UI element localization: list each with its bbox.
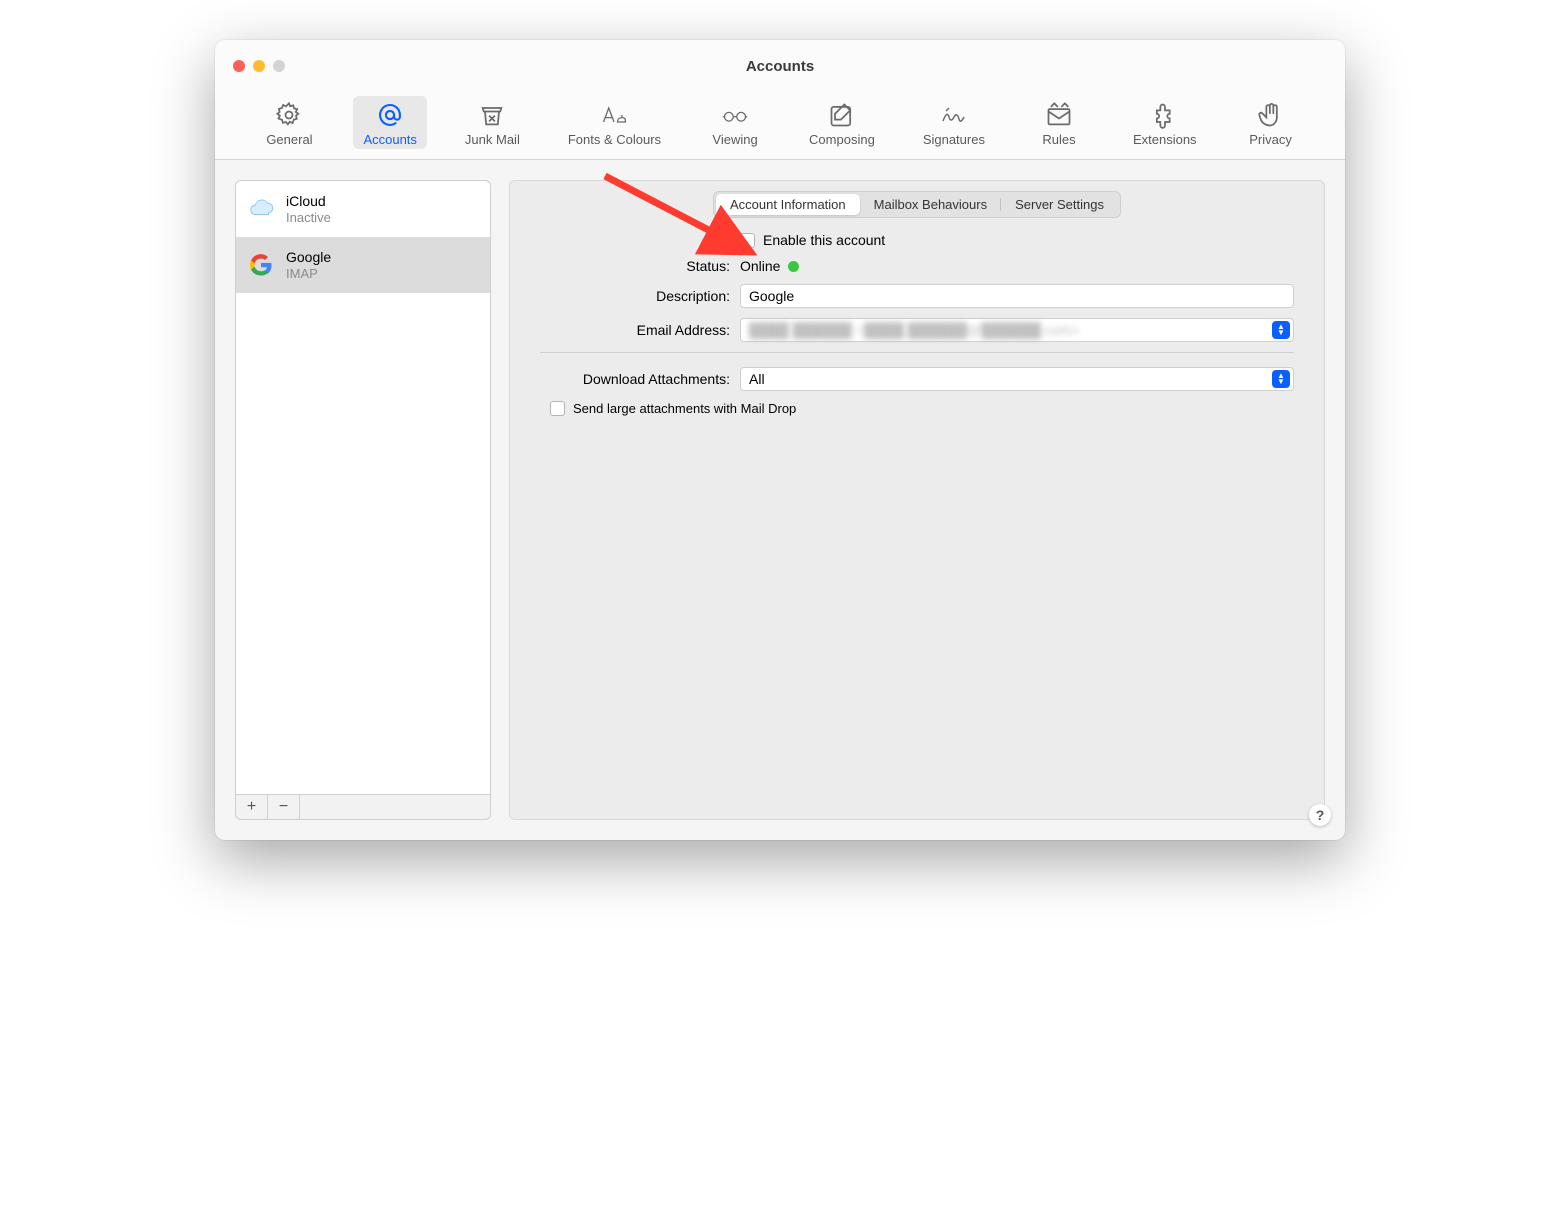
titlebar: Accounts bbox=[215, 40, 1345, 92]
account-row-icloud[interactable]: iCloud Inactive bbox=[236, 181, 490, 237]
fonts-icon bbox=[600, 100, 628, 130]
add-account-button[interactable]: + bbox=[236, 795, 268, 819]
toolbar-composing[interactable]: Composing bbox=[799, 96, 885, 149]
email-label: Email Address: bbox=[540, 322, 740, 338]
segment-account-information[interactable]: Account Information bbox=[716, 194, 860, 215]
account-subtitle: IMAP bbox=[286, 266, 331, 282]
toolbar-extensions[interactable]: Extensions bbox=[1123, 96, 1207, 149]
maildrop-label: Send large attachments with Mail Drop bbox=[573, 401, 796, 416]
description-value: Google bbox=[749, 288, 794, 304]
toolbar-signatures[interactable]: Signatures bbox=[913, 96, 995, 149]
traffic-lights bbox=[215, 60, 285, 72]
segment-server-settings[interactable]: Server Settings bbox=[1001, 194, 1118, 215]
toolbar-fonts-colours[interactable]: Fonts & Colours bbox=[558, 96, 671, 149]
toolbar-label: Extensions bbox=[1133, 132, 1197, 147]
account-list: iCloud Inactive Google bbox=[235, 180, 491, 794]
segmented-control: Account Information Mailbox Behaviours S… bbox=[713, 191, 1121, 218]
account-form: Enable this account Status: Online Descr… bbox=[510, 232, 1324, 446]
email-value-blurred: ████ ██████ <████.██████@██████.com> bbox=[749, 322, 1079, 338]
download-label: Download Attachments: bbox=[540, 371, 740, 387]
toolbar-label: Junk Mail bbox=[465, 132, 520, 147]
account-subtitle: Inactive bbox=[286, 210, 331, 226]
footer-spacer bbox=[300, 795, 490, 819]
puzzle-icon bbox=[1151, 100, 1179, 130]
toolbar-accounts[interactable]: Accounts bbox=[353, 96, 426, 149]
status-value: Online bbox=[740, 258, 780, 274]
download-row: Download Attachments: All ▲▼ bbox=[540, 367, 1294, 391]
minimize-window-button[interactable] bbox=[253, 60, 265, 72]
icloud-icon bbox=[246, 194, 276, 224]
at-sign-icon bbox=[376, 100, 404, 130]
status-row: Status: Online bbox=[540, 258, 1294, 274]
form-divider bbox=[540, 352, 1294, 353]
chevrons-icon: ▲▼ bbox=[1272, 321, 1290, 339]
account-name: iCloud bbox=[286, 193, 331, 210]
envelope-rules-icon bbox=[1045, 100, 1073, 130]
sidebar-footer: + − bbox=[235, 794, 491, 820]
toolbar-general[interactable]: General bbox=[253, 96, 325, 149]
account-text: iCloud Inactive bbox=[286, 193, 331, 225]
toolbar-label: Viewing bbox=[712, 132, 757, 147]
toolbar-rules[interactable]: Rules bbox=[1023, 96, 1095, 149]
accounts-sidebar: iCloud Inactive Google bbox=[235, 180, 491, 820]
enable-account-row: Enable this account bbox=[540, 232, 1294, 248]
description-row: Description: Google bbox=[540, 284, 1294, 308]
help-button[interactable]: ? bbox=[1309, 804, 1331, 826]
toolbar-label: Composing bbox=[809, 132, 875, 147]
toolbar-label: Fonts & Colours bbox=[568, 132, 661, 147]
account-name: Google bbox=[286, 249, 331, 266]
toolbar-label: Signatures bbox=[923, 132, 985, 147]
toolbar-privacy[interactable]: Privacy bbox=[1235, 96, 1307, 149]
toolbar-label: General bbox=[266, 132, 312, 147]
toolbar-label: Rules bbox=[1042, 132, 1075, 147]
description-label: Description: bbox=[540, 288, 740, 304]
google-icon bbox=[246, 250, 276, 280]
toolbar-viewing[interactable]: Viewing bbox=[699, 96, 771, 149]
hand-icon bbox=[1257, 100, 1285, 130]
preferences-window: Accounts General Accounts Junk Mail Font… bbox=[215, 40, 1345, 840]
description-input[interactable]: Google bbox=[740, 284, 1294, 308]
toolbar-label: Accounts bbox=[363, 132, 416, 147]
status-label: Status: bbox=[540, 258, 740, 274]
preferences-toolbar: General Accounts Junk Mail Fonts & Colou… bbox=[215, 92, 1345, 160]
gear-icon bbox=[275, 100, 303, 130]
status-online-dot-icon bbox=[788, 261, 799, 272]
download-attachments-select[interactable]: All ▲▼ bbox=[740, 367, 1294, 391]
email-address-select[interactable]: ████ ██████ <████.██████@██████.com> ▲▼ bbox=[740, 318, 1294, 342]
download-value: All bbox=[749, 371, 765, 387]
remove-account-button[interactable]: − bbox=[268, 795, 300, 819]
compose-icon bbox=[828, 100, 856, 130]
email-row: Email Address: ████ ██████ <████.██████@… bbox=[540, 318, 1294, 342]
close-window-button[interactable] bbox=[233, 60, 245, 72]
toolbar-label: Privacy bbox=[1249, 132, 1292, 147]
account-details-panel: Account Information Mailbox Behaviours S… bbox=[509, 180, 1325, 820]
maildrop-row: Send large attachments with Mail Drop bbox=[550, 401, 1294, 416]
segment-mailbox-behaviours[interactable]: Mailbox Behaviours bbox=[860, 194, 1001, 215]
trash-icon bbox=[478, 100, 506, 130]
toolbar-junk-mail[interactable]: Junk Mail bbox=[455, 96, 530, 149]
content-area: iCloud Inactive Google bbox=[215, 160, 1345, 840]
maildrop-checkbox[interactable] bbox=[550, 401, 565, 416]
signature-icon bbox=[940, 100, 968, 130]
window-title: Accounts bbox=[215, 58, 1345, 75]
account-row-google[interactable]: Google IMAP bbox=[236, 237, 490, 293]
zoom-window-button[interactable] bbox=[273, 60, 285, 72]
glasses-icon bbox=[721, 100, 749, 130]
chevrons-icon: ▲▼ bbox=[1272, 370, 1290, 388]
enable-account-label: Enable this account bbox=[763, 232, 885, 248]
account-text: Google IMAP bbox=[286, 249, 331, 281]
enable-account-checkbox[interactable] bbox=[740, 233, 755, 248]
